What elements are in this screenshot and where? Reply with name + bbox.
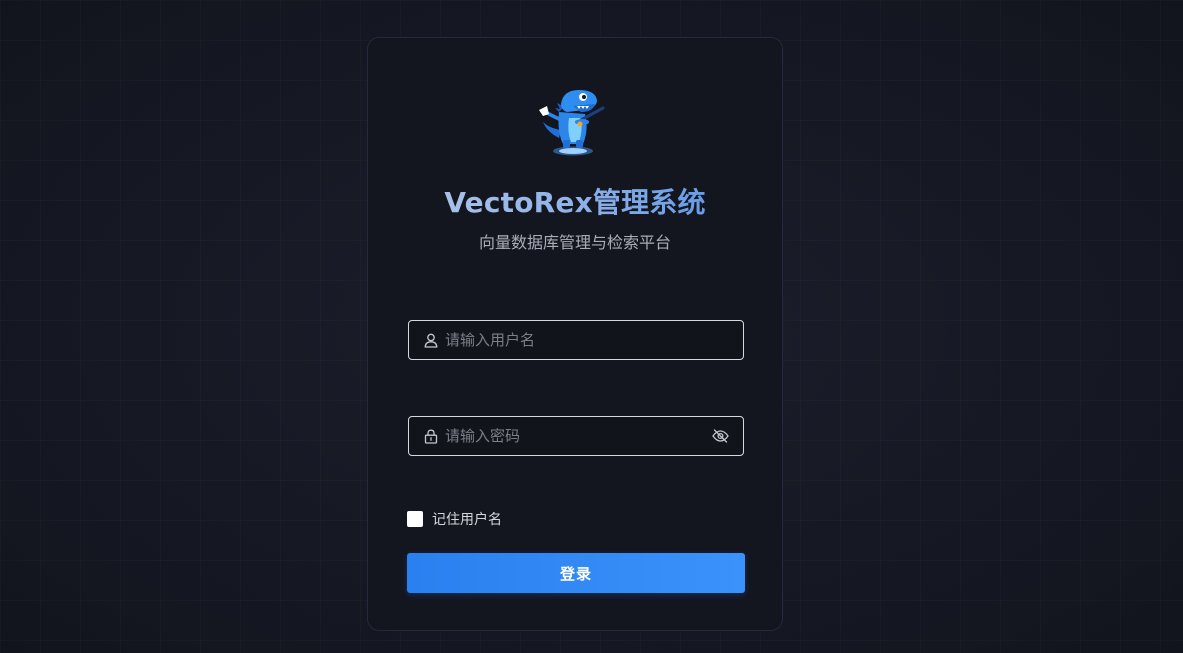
login-card: VectoRex管理系统 向量数据库管理与检索平台 请输入用户名 记住用户名 登… (367, 37, 783, 631)
password-input[interactable] (445, 417, 711, 455)
username-field[interactable] (408, 320, 744, 360)
lock-icon (423, 428, 439, 444)
remember-checkbox[interactable] (407, 511, 423, 527)
eye-off-icon[interactable] (711, 427, 729, 445)
password-field[interactable] (408, 416, 744, 456)
username-input[interactable] (445, 321, 743, 359)
dinosaur-mascot-logo (533, 82, 609, 158)
login-button[interactable]: 登录 (407, 553, 745, 593)
app-subtitle: 向量数据库管理与检索平台 (478, 233, 671, 252)
user-icon (423, 332, 439, 348)
app-title: VectoRex管理系统 (368, 181, 782, 221)
remember-label: 记住用户名 (432, 512, 502, 528)
remember-username-toggle[interactable]: 记住用户名 (407, 509, 502, 529)
